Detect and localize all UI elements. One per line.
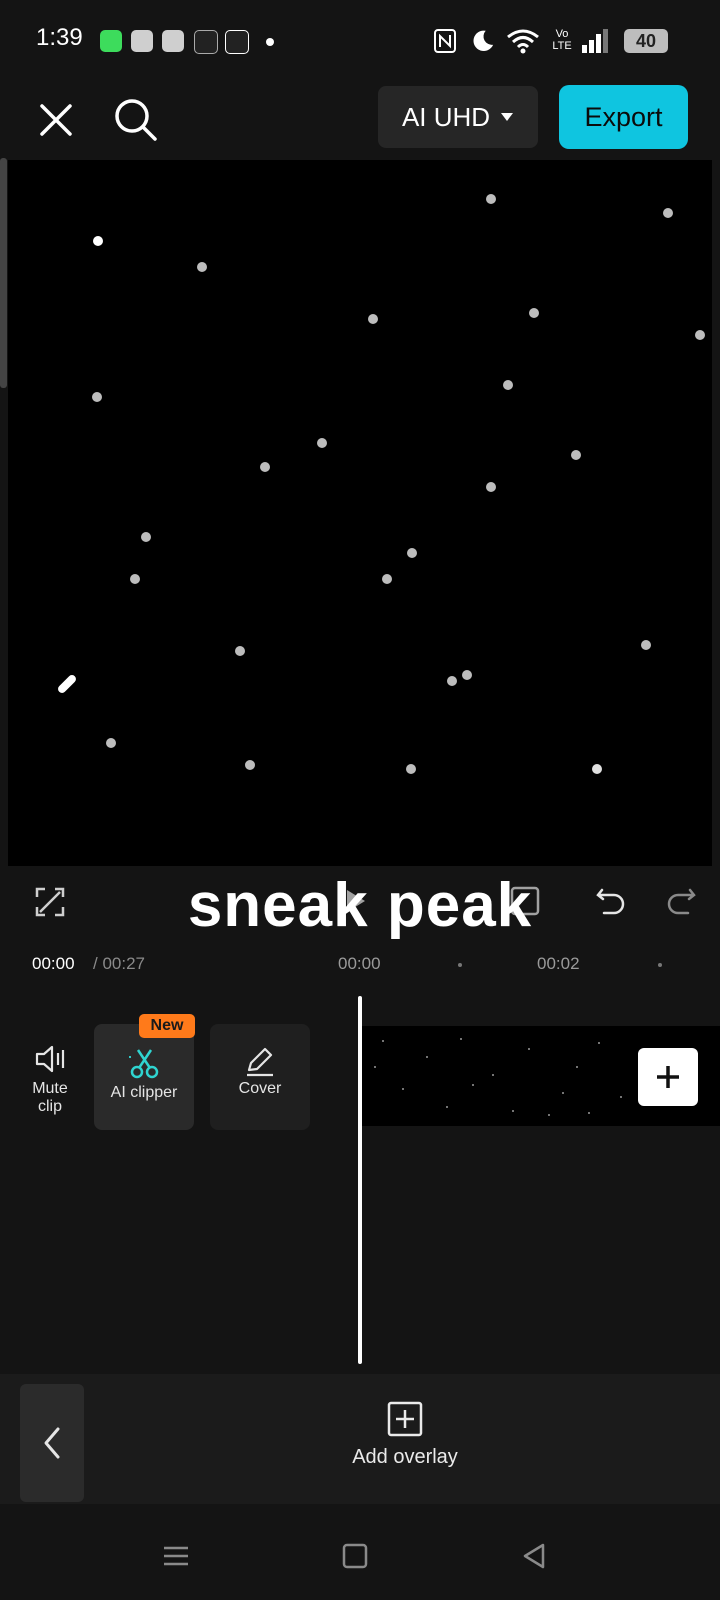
- timeline-tick-dot: [458, 963, 462, 967]
- battery-indicator: 40: [624, 29, 668, 53]
- volte-indicator: Vo LTE: [552, 28, 572, 52]
- menu-icon: [164, 1546, 188, 1566]
- home-icon: [342, 1543, 368, 1569]
- playhead[interactable]: [358, 996, 362, 1364]
- mute-clip-button[interactable]: Mute clip: [0, 1024, 100, 1130]
- scissors-icon: [129, 1049, 159, 1079]
- redo-button[interactable]: [664, 884, 698, 918]
- timeline-tick-label: 00:00: [338, 954, 381, 973]
- notification-dot-icon: [266, 38, 274, 46]
- search-icon: [115, 99, 157, 141]
- system-back-button[interactable]: [514, 1536, 554, 1576]
- add-overlay-button[interactable]: Add overlay: [330, 1400, 480, 1490]
- timeline-tick-dot: [658, 963, 662, 967]
- add-box-icon: [387, 1401, 423, 1437]
- back-button[interactable]: [20, 1384, 84, 1502]
- speaker-icon: [35, 1045, 65, 1073]
- total-duration: / 00:27: [93, 954, 145, 973]
- ai-clipper-label: AI clipper: [110, 1084, 178, 1101]
- close-icon: [40, 104, 72, 136]
- redo-icon: [667, 888, 696, 915]
- nfc-icon: [434, 29, 456, 53]
- caret-down-icon: [501, 113, 514, 121]
- play-button[interactable]: [340, 886, 370, 916]
- chevron-left-icon: [44, 1427, 60, 1459]
- keyframe-button[interactable]: [508, 884, 542, 918]
- pencil-icon: [247, 1047, 273, 1077]
- youtube-app-icon: [162, 30, 184, 52]
- mute-label: Mute: [32, 1080, 68, 1097]
- home-button[interactable]: [335, 1536, 375, 1576]
- export-button[interactable]: Export: [559, 85, 688, 149]
- fullscreen-button[interactable]: [34, 886, 66, 918]
- add-clip-button[interactable]: [638, 1048, 698, 1106]
- keyframe-icon: [510, 886, 540, 916]
- add-overlay-label: Add overlay: [352, 1446, 458, 1468]
- cover-label: Cover: [238, 1080, 282, 1097]
- status-time: 1:39: [36, 24, 83, 51]
- video-preview[interactable]: [8, 160, 712, 866]
- plus-icon: [657, 1066, 679, 1088]
- signal-icon: [582, 29, 608, 53]
- ai-clipper-button[interactable]: AI clipper: [94, 1024, 194, 1130]
- new-badge: New: [139, 1014, 195, 1038]
- play-icon: [347, 890, 365, 912]
- player-controls-row: sneak peak: [0, 866, 720, 946]
- youtube-app-icon: [131, 30, 153, 52]
- search-button[interactable]: [110, 94, 162, 146]
- quality-dropdown[interactable]: AI UHD: [378, 86, 538, 148]
- undo-icon: [596, 888, 625, 915]
- shield-app-icon: [100, 30, 122, 52]
- quality-label: AI UHD: [401, 101, 491, 132]
- timeline-tick-label: 00:02: [537, 954, 580, 973]
- fullscreen-icon: [35, 887, 65, 917]
- tiktok-app-icon: [225, 30, 249, 54]
- current-time: 00:00: [32, 954, 75, 973]
- wifi-icon: [507, 29, 539, 54]
- undo-button[interactable]: [594, 884, 628, 918]
- recent-apps-button[interactable]: [156, 1536, 196, 1576]
- shooting-star: [56, 673, 78, 695]
- cover-button[interactable]: Cover: [210, 1024, 310, 1130]
- mute-label: clip: [37, 1098, 62, 1115]
- close-button[interactable]: [32, 96, 80, 144]
- scroll-indicator: [0, 158, 7, 388]
- moon-icon: [473, 30, 494, 52]
- back-icon: [523, 1543, 545, 1569]
- tiktok-app-icon: [194, 30, 218, 54]
